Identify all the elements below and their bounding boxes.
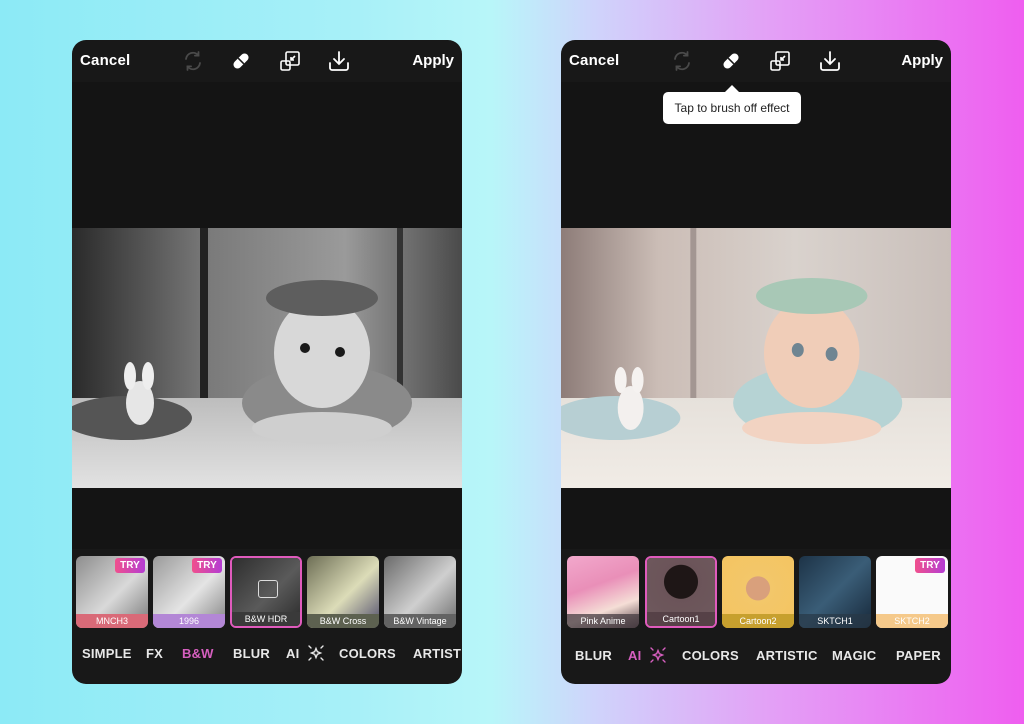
apply-button[interactable]: Apply bbox=[412, 52, 454, 69]
photo-ai-preview[interactable] bbox=[561, 228, 951, 488]
cancel-button[interactable]: Cancel bbox=[569, 52, 619, 69]
filter-label: Cartoon1 bbox=[647, 612, 715, 626]
try-badge: TRY bbox=[115, 558, 145, 573]
filter-thumb-cartoon2[interactable]: Cartoon2 bbox=[722, 556, 794, 628]
eraser-icon[interactable] bbox=[229, 49, 253, 73]
filter-label: B&W Cross bbox=[307, 614, 379, 628]
category-tabs: BLUR AI COLORS ARTISTIC MAGIC PAPER bbox=[561, 646, 951, 672]
tab-fx[interactable]: FX bbox=[146, 646, 163, 661]
tab-artistic[interactable]: ARTISTIC bbox=[413, 646, 462, 661]
tab-magic[interactable]: MAGIC bbox=[832, 648, 876, 663]
photo-bw-preview[interactable] bbox=[72, 228, 462, 488]
filter-label: Pink Anime bbox=[567, 614, 639, 628]
download-icon[interactable] bbox=[818, 49, 842, 73]
filter-label: MNCH3 bbox=[76, 614, 148, 628]
tab-bw[interactable]: B&W bbox=[182, 646, 214, 661]
tab-artistic[interactable]: ARTISTIC bbox=[756, 648, 818, 663]
filter-thumb-sktch1[interactable]: SKTCH1 bbox=[799, 556, 871, 628]
cancel-button[interactable]: Cancel bbox=[80, 52, 130, 69]
filter-thumbnails: TRY MNCH3 TRY 1996 B&W HDR B&W Cross B&W… bbox=[72, 556, 462, 630]
compare-icon[interactable] bbox=[278, 49, 302, 73]
filter-label: SKTCH1 bbox=[799, 614, 871, 628]
tab-blur[interactable]: BLUR bbox=[575, 648, 612, 663]
apply-button[interactable]: Apply bbox=[901, 52, 943, 69]
try-badge: TRY bbox=[915, 558, 945, 573]
download-icon[interactable] bbox=[327, 49, 351, 73]
filter-label: Cartoon2 bbox=[722, 614, 794, 628]
filter-label: B&W Vintage bbox=[384, 614, 456, 628]
tab-blur[interactable]: BLUR bbox=[233, 646, 270, 661]
top-toolbar: Cancel Apply bbox=[72, 40, 462, 82]
adjust-icon[interactable] bbox=[258, 580, 278, 598]
compare-icon[interactable] bbox=[768, 49, 792, 73]
filter-thumb-sktch2[interactable]: TRY SKTCH2 bbox=[876, 556, 948, 628]
tab-ai[interactable]: AI bbox=[628, 648, 641, 663]
try-badge: TRY bbox=[192, 558, 222, 573]
editor-panel-ai: Cancel Apply Tap to brush off effect Pin… bbox=[561, 40, 951, 684]
eraser-icon[interactable] bbox=[719, 49, 743, 73]
top-toolbar: Cancel Apply bbox=[561, 40, 951, 82]
refresh-icon[interactable] bbox=[670, 49, 694, 73]
filter-thumb-1996[interactable]: TRY 1996 bbox=[153, 556, 225, 628]
category-tabs: SIMPLE FX B&W BLUR AI COLORS ARTISTIC bbox=[72, 644, 462, 670]
canvas-area bbox=[72, 82, 462, 549]
editor-panel-bw: Cancel Apply TRY MNCH3 TRY 1996 B&W HDR … bbox=[72, 40, 462, 684]
filter-label: 1996 bbox=[153, 614, 225, 628]
filter-label: SKTCH2 bbox=[876, 614, 948, 628]
filter-label: B&W HDR bbox=[232, 612, 300, 626]
canvas-area bbox=[561, 82, 951, 549]
filter-thumbnails: Pink Anime Cartoon1 Cartoon2 SKTCH1 TRY … bbox=[561, 556, 951, 630]
brush-tooltip: Tap to brush off effect bbox=[663, 85, 801, 124]
tab-ai[interactable]: AI bbox=[286, 646, 299, 661]
refresh-icon[interactable] bbox=[181, 49, 205, 73]
filter-thumb-cartoon1[interactable]: Cartoon1 bbox=[645, 556, 717, 628]
filter-thumb-bw-vintage[interactable]: B&W Vintage bbox=[384, 556, 456, 628]
tab-colors[interactable]: COLORS bbox=[339, 646, 396, 661]
tab-paper[interactable]: PAPER bbox=[896, 648, 941, 663]
filter-thumb-bw-hdr[interactable]: B&W HDR bbox=[230, 556, 302, 628]
filter-thumb-mnch3[interactable]: TRY MNCH3 bbox=[76, 556, 148, 628]
sparkle-icon bbox=[307, 644, 325, 662]
filter-thumb-pink-anime[interactable]: Pink Anime bbox=[567, 556, 639, 628]
sparkle-icon bbox=[649, 646, 667, 664]
tab-colors[interactable]: COLORS bbox=[682, 648, 739, 663]
filter-thumb-bw-cross[interactable]: B&W Cross bbox=[307, 556, 379, 628]
tab-simple[interactable]: SIMPLE bbox=[82, 646, 132, 661]
